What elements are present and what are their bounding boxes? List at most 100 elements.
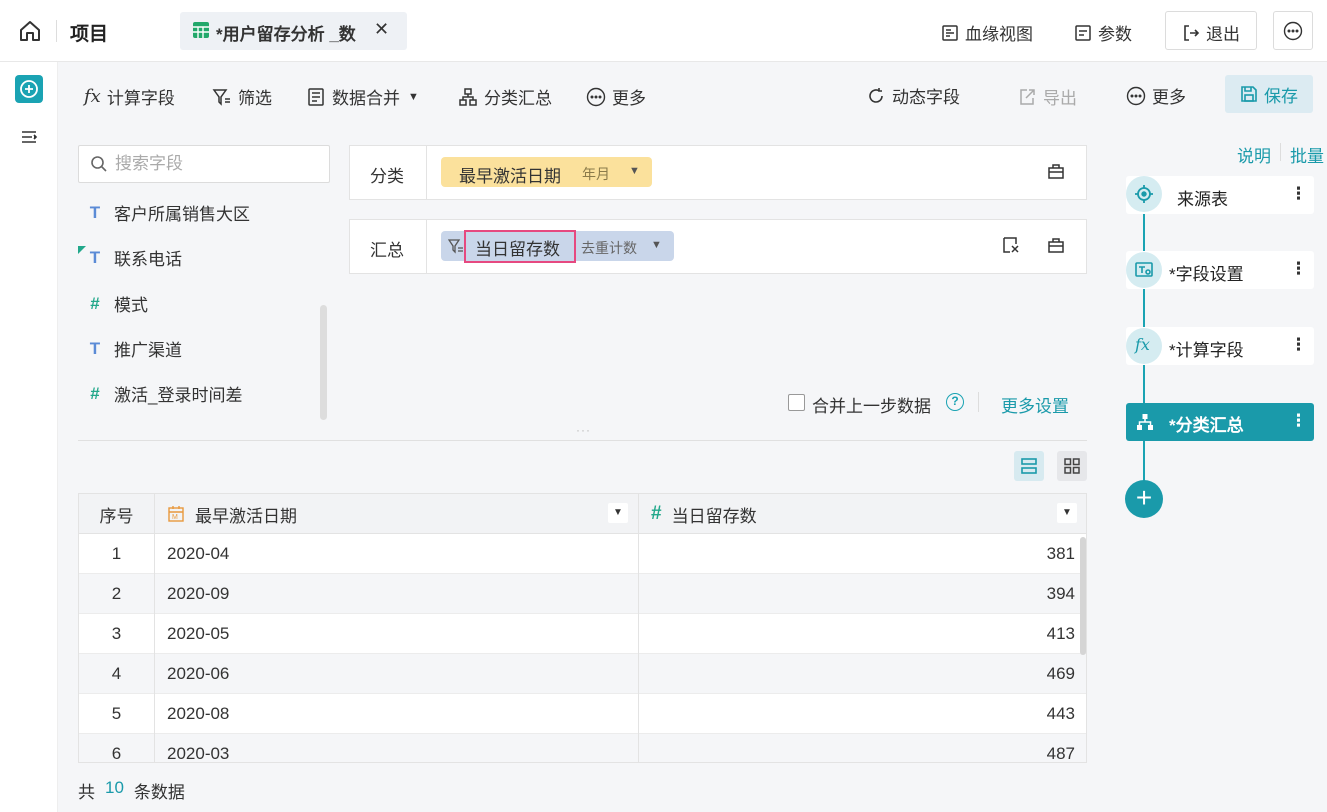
column-header-value[interactable]: # 当日留存数	[651, 494, 757, 534]
step-label: *分类汇总	[1169, 416, 1244, 435]
column-header-index: 序号	[99, 506, 134, 526]
calc-field-label: 计算字段	[106, 89, 175, 108]
hierarchy-icon	[459, 87, 477, 106]
divider	[978, 392, 979, 412]
table-row[interactable]: 5 2020-08 443	[79, 694, 1086, 734]
more-settings-link[interactable]: 更多设置	[1001, 392, 1069, 417]
more-button[interactable]: 更多	[586, 84, 646, 109]
resize-handle-icon[interactable]: ···	[576, 423, 591, 437]
more-circle-icon	[1126, 86, 1146, 105]
number-type-icon: #	[90, 293, 100, 313]
group-label: 分类	[370, 167, 404, 186]
exit-button-content[interactable]: 退出	[1182, 20, 1240, 45]
explain-link[interactable]: 说明	[1237, 142, 1271, 167]
save-button[interactable]: 保存	[1225, 75, 1313, 113]
cell-value: 469	[1046, 664, 1075, 683]
outline-icon[interactable]	[20, 128, 38, 146]
step-menu-icon[interactable]: ⋮	[1290, 411, 1307, 431]
group-summary-button[interactable]: 分类汇总	[458, 84, 552, 109]
field-list-scrollbar[interactable]	[320, 305, 327, 420]
text-type-icon: T	[89, 202, 101, 222]
filter-icon	[448, 239, 463, 254]
table-row[interactable]: 3 2020-05 413	[79, 614, 1086, 654]
table-row[interactable]: 4 2020-06 469	[79, 654, 1086, 694]
table-header: 序号 M 最早激活日期 ▼ # 当日留存数 ▼	[79, 494, 1086, 534]
page-title: 项目	[70, 24, 109, 45]
search-icon	[91, 156, 107, 172]
logout-icon	[1184, 24, 1200, 41]
table-row[interactable]: 6 2020-03 487	[79, 734, 1086, 763]
text-type-icon: T	[78, 245, 104, 268]
more-right-button[interactable]: 更多	[1126, 83, 1186, 108]
clear-icon[interactable]	[1047, 236, 1065, 254]
plus-circle-icon	[20, 80, 38, 98]
field-item[interactable]: T 推广渠道	[86, 336, 182, 361]
params-icon	[1075, 24, 1091, 41]
home-icon[interactable]	[18, 19, 42, 43]
column-header-date[interactable]: M 最早激活日期	[167, 494, 297, 534]
target-icon	[1126, 176, 1162, 212]
step-menu-icon[interactable]: ⋮	[1290, 259, 1307, 279]
cell-date: 2020-04	[167, 544, 230, 563]
help-icon[interactable]: ?	[946, 393, 964, 411]
row-count-suffix: 条数据	[133, 783, 185, 802]
chevron-down-icon[interactable]: ▼	[651, 239, 662, 251]
export-icon	[1020, 88, 1035, 105]
divider	[1280, 143, 1281, 161]
list-view-button[interactable]	[1014, 451, 1044, 481]
merge-prev-checkbox[interactable]	[788, 394, 805, 411]
add-icon[interactable]	[15, 75, 43, 103]
add-step-button[interactable]: +	[1125, 480, 1163, 518]
calc-field-button[interactable]: fx 计算字段	[84, 84, 175, 109]
field-item[interactable]: # 激活_登录时间差	[86, 381, 242, 406]
clear-filter-icon[interactable]	[1002, 236, 1020, 254]
lineage-view-button[interactable]: 血缘视图	[941, 20, 1033, 45]
clear-icon[interactable]	[1047, 162, 1065, 180]
list-view-icon	[1021, 458, 1037, 474]
number-type-icon: #	[651, 503, 662, 524]
splitter[interactable]	[78, 440, 1087, 441]
search-input[interactable]	[115, 149, 315, 179]
field-label: 推广渠道	[114, 341, 182, 360]
cell-date: 2020-03	[167, 744, 230, 763]
divider	[426, 220, 427, 273]
corner-mark-icon	[78, 245, 86, 254]
chevron-down-icon[interactable]: ▼	[629, 165, 640, 177]
close-icon[interactable]: ✕	[374, 19, 389, 40]
filter-button[interactable]: 筛选	[212, 84, 272, 109]
dynamic-field-button[interactable]: 动态字段	[866, 83, 960, 108]
step-menu-icon[interactable]: ⋮	[1290, 184, 1307, 204]
table-row[interactable]: 2 2020-09 394	[79, 574, 1086, 614]
more-right-label: 更多	[1152, 88, 1186, 107]
batch-link[interactable]: 批量	[1290, 142, 1324, 167]
summary-method-label: 去重计数	[581, 240, 637, 256]
field-item[interactable]: T 客户所属销售大区	[86, 200, 250, 225]
left-rail	[0, 62, 58, 812]
field-item[interactable]: # 模式	[86, 291, 148, 316]
table-scrollbar[interactable]	[1080, 537, 1086, 655]
pipeline-panel	[1107, 128, 1327, 812]
column-dropdown[interactable]: ▼	[1057, 503, 1077, 523]
cell-value: 487	[1046, 744, 1075, 763]
more-label: 更多	[612, 89, 646, 108]
grid-view-button[interactable]	[1057, 451, 1087, 481]
table-row[interactable]: 1 2020-04 381	[79, 534, 1086, 574]
cell-date: 2020-05	[167, 624, 230, 643]
field-item[interactable]: T 联系电话	[78, 245, 182, 270]
merge-button[interactable]: 数据合并 ▼	[306, 84, 419, 109]
column-dropdown[interactable]: ▼	[608, 503, 628, 523]
dynamic-field-label: 动态字段	[892, 88, 960, 107]
params-label: 参数	[1098, 25, 1132, 44]
export-button[interactable]: 导出	[1017, 84, 1077, 109]
params-button[interactable]: 参数	[1074, 20, 1132, 45]
exit-label: 退出	[1206, 25, 1240, 44]
cell-value: 413	[1046, 624, 1075, 643]
column-separator	[154, 494, 155, 762]
more-circle-icon	[1283, 21, 1303, 41]
save-label: 保存	[1264, 86, 1298, 106]
step-menu-icon[interactable]: ⋮	[1290, 335, 1307, 355]
hierarchy-icon	[1137, 414, 1153, 430]
row-count: 共 10 条数据	[78, 778, 185, 803]
cell-date: 2020-09	[167, 584, 230, 603]
chevron-down-icon: ▼	[408, 90, 419, 103]
